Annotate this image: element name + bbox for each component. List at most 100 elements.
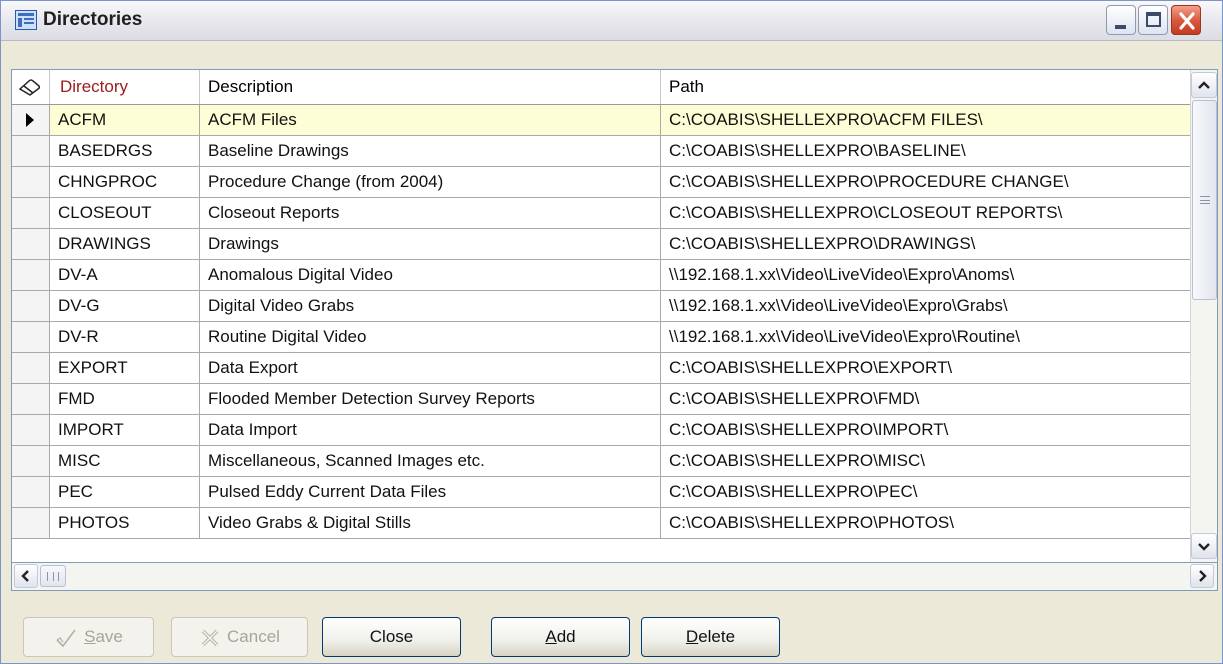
row-indicator[interactable] xyxy=(12,229,50,259)
maximize-button[interactable] xyxy=(1138,5,1168,35)
description-cell[interactable]: Miscellaneous, Scanned Images etc. xyxy=(200,446,661,476)
path-cell[interactable]: \\192.168.1.xx\Video\LiveVideo\Expro\Rou… xyxy=(661,322,1190,352)
description-cell[interactable]: Closeout Reports xyxy=(200,198,661,228)
directory-cell[interactable]: CLOSEOUT xyxy=(50,198,200,228)
directories-grid[interactable]: Directory Description Path ACFM ACFM File… xyxy=(11,69,1218,563)
directory-cell[interactable]: IMPORT xyxy=(50,415,200,445)
row-indicator[interactable] xyxy=(12,198,50,228)
description-cell[interactable]: Data Export xyxy=(200,353,661,383)
table-row[interactable]: IMPORT Data Import C:\COABIS\SHELLEXPRO\IM… xyxy=(12,415,1190,446)
table-row[interactable]: DRAWINGS Drawings C:\COABIS\SHELLEXPRO\DRA… xyxy=(12,229,1190,260)
directory-cell[interactable]: BASEDRGS xyxy=(50,136,200,166)
path-cell[interactable]: \\192.168.1.xx\Video\LiveVideo\Expro\Ano… xyxy=(661,260,1190,290)
row-indicator[interactable] xyxy=(12,353,50,383)
directory-cell[interactable]: DV-R xyxy=(50,322,200,352)
save-button[interactable]: Save xyxy=(23,617,154,657)
description-cell[interactable]: Drawings xyxy=(200,229,661,259)
table-row[interactable]: ACFM ACFM Files C:\COABIS\SHELLEXPRO\ACFM … xyxy=(12,105,1190,136)
vertical-scroll-thumb[interactable] xyxy=(1192,100,1217,300)
add-label: Add xyxy=(545,627,576,646)
table-row[interactable]: DV-R Routine Digital Video \\192.168.1.xx\… xyxy=(12,322,1190,353)
directory-cell[interactable]: MISC xyxy=(50,446,200,476)
description-cell[interactable]: ACFM Files xyxy=(200,105,661,135)
close-button[interactable]: Close xyxy=(322,617,461,657)
directory-cell[interactable]: ACFM xyxy=(50,105,200,135)
chevron-down-icon xyxy=(1198,543,1210,551)
path-cell[interactable]: \\192.168.1.xx\Video\LiveVideo\Expro\Gra… xyxy=(661,291,1190,321)
description-cell[interactable]: Pulsed Eddy Current Data Files xyxy=(200,477,661,507)
table-row[interactable]: BASEDRGS Baseline Drawings C:\COABIS\SHELL… xyxy=(12,136,1190,167)
directory-cell[interactable]: CHNGPROC xyxy=(50,167,200,197)
scroll-down-button[interactable] xyxy=(1191,533,1217,559)
table-row[interactable]: PHOTOS Video Grabs & Digital Stills C:\COA… xyxy=(12,508,1190,539)
description-cell[interactable]: Routine Digital Video xyxy=(200,322,661,352)
description-cell[interactable]: Anomalous Digital Video xyxy=(200,260,661,290)
description-cell[interactable]: Video Grabs & Digital Stills xyxy=(200,508,661,538)
directory-cell[interactable]: FMD xyxy=(50,384,200,414)
path-cell[interactable]: C:\COABIS\SHELLEXPRO\PEC\ xyxy=(661,477,1190,507)
row-indicator[interactable] xyxy=(12,136,50,166)
path-cell[interactable]: C:\COABIS\SHELLEXPRO\DRAWINGS\ xyxy=(661,229,1190,259)
table-row[interactable]: EXPORT Data Export C:\COABIS\SHELLEXPRO\EX… xyxy=(12,353,1190,384)
path-cell[interactable]: C:\COABIS\SHELLEXPRO\IMPORT\ xyxy=(661,415,1190,445)
directory-cell[interactable]: PEC xyxy=(50,477,200,507)
path-cell[interactable]: C:\COABIS\SHELLEXPRO\FMD\ xyxy=(661,384,1190,414)
title-bar[interactable]: Directories xyxy=(1,1,1222,41)
chevron-up-icon xyxy=(1198,81,1210,89)
directory-cell[interactable]: EXPORT xyxy=(50,353,200,383)
table-row[interactable]: MISC Miscellaneous, Scanned Images etc. C:… xyxy=(12,446,1190,477)
directory-cell[interactable]: DRAWINGS xyxy=(50,229,200,259)
table-row[interactable]: CLOSEOUT Closeout Reports C:\COABIS\SHELLE… xyxy=(12,198,1190,229)
table-row[interactable]: DV-G Digital Video Grabs \\192.168.1.xx\Vi… xyxy=(12,291,1190,322)
path-cell[interactable]: C:\COABIS\SHELLEXPRO\MISC\ xyxy=(661,446,1190,476)
column-header-path[interactable]: Path xyxy=(661,70,1190,104)
cancel-button[interactable]: Cancel xyxy=(171,617,308,657)
row-indicator[interactable] xyxy=(12,477,50,507)
table-row[interactable]: DV-A Anomalous Digital Video \\192.168.1.x… xyxy=(12,260,1190,291)
description-cell[interactable]: Flooded Member Detection Survey Reports xyxy=(200,384,661,414)
description-cell[interactable]: Procedure Change (from 2004) xyxy=(200,167,661,197)
delete-button[interactable]: Delete xyxy=(641,617,780,657)
path-cell[interactable]: C:\COABIS\SHELLEXPRO\EXPORT\ xyxy=(661,353,1190,383)
save-label: Save xyxy=(84,627,123,646)
minimize-button[interactable] xyxy=(1106,5,1136,35)
row-indicator[interactable] xyxy=(12,291,50,321)
row-indicator[interactable] xyxy=(12,105,50,135)
row-indicator[interactable] xyxy=(12,384,50,414)
table-row[interactable]: PEC Pulsed Eddy Current Data Files C:\COAB… xyxy=(12,477,1190,508)
row-indicator[interactable] xyxy=(12,415,50,445)
chevron-right-icon xyxy=(1199,570,1207,582)
description-cell[interactable]: Digital Video Grabs xyxy=(200,291,661,321)
scroll-up-button[interactable] xyxy=(1191,72,1217,98)
path-cell[interactable]: C:\COABIS\SHELLEXPRO\PHOTOS\ xyxy=(661,508,1190,538)
current-row-arrow-icon xyxy=(26,113,34,127)
app-icon xyxy=(15,10,37,30)
vertical-scrollbar[interactable] xyxy=(1190,70,1217,562)
scroll-right-button[interactable] xyxy=(1190,564,1214,588)
checkmark-icon xyxy=(56,629,76,647)
row-indicator[interactable] xyxy=(12,322,50,352)
directory-cell[interactable]: DV-G xyxy=(50,291,200,321)
table-row[interactable]: FMD Flooded Member Detection Survey Repor… xyxy=(12,384,1190,415)
horizontal-scroll-thumb[interactable] xyxy=(40,565,66,587)
directory-cell[interactable]: DV-A xyxy=(50,260,200,290)
chevron-left-icon xyxy=(21,570,29,582)
table-row[interactable]: CHNGPROC Procedure Change (from 2004) C:\C… xyxy=(12,167,1190,198)
description-cell[interactable]: Data Import xyxy=(200,415,661,445)
path-cell[interactable]: C:\COABIS\SHELLEXPRO\PROCEDURE CHANGE\ xyxy=(661,167,1190,197)
row-indicator[interactable] xyxy=(12,167,50,197)
row-indicator[interactable] xyxy=(12,446,50,476)
horizontal-scrollbar[interactable] xyxy=(11,563,1218,591)
path-cell[interactable]: C:\COABIS\SHELLEXPRO\CLOSEOUT REPORTS\ xyxy=(661,198,1190,228)
close-window-button[interactable] xyxy=(1171,5,1201,35)
column-header-description[interactable]: Description xyxy=(200,70,661,104)
path-cell[interactable]: C:\COABIS\SHELLEXPRO\BASELINE\ xyxy=(661,136,1190,166)
scroll-left-button[interactable] xyxy=(14,564,38,588)
column-header-directory[interactable]: Directory xyxy=(50,70,200,104)
directory-cell[interactable]: PHOTOS xyxy=(50,508,200,538)
row-indicator[interactable] xyxy=(12,508,50,538)
row-indicator[interactable] xyxy=(12,260,50,290)
add-button[interactable]: Add xyxy=(491,617,630,657)
path-cell[interactable]: C:\COABIS\SHELLEXPRO\ACFM FILES\ xyxy=(661,105,1190,135)
description-cell[interactable]: Baseline Drawings xyxy=(200,136,661,166)
